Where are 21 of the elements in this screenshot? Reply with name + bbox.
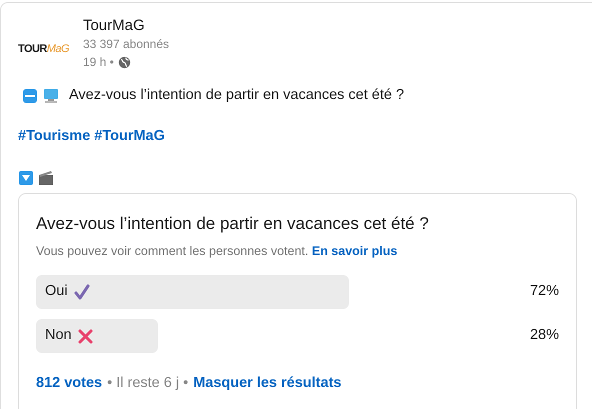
- result-percent: 72%: [530, 282, 559, 302]
- author-name[interactable]: TourMaG: [82, 17, 170, 35]
- learn-more-link[interactable]: En savoir plus: [312, 244, 398, 258]
- cross-icon: [78, 328, 93, 344]
- follower-count: 33 397 abonnés: [82, 36, 170, 53]
- post-time: 19 h •: [82, 54, 114, 71]
- hashtag-links[interactable]: #Tourisme #TourMaG: [18, 128, 165, 144]
- option-label: Non: [45, 326, 72, 346]
- globe-icon: [118, 56, 131, 68]
- poll-note: Vous pouvez voir comment les personnes votent. En savoir plus: [36, 243, 398, 260]
- votes-link[interactable]: 812 votes: [36, 373, 102, 395]
- computer-icon: [42, 86, 60, 105]
- checkmark-icon: [74, 284, 90, 300]
- result-percent: 28%: [530, 326, 559, 346]
- time-remaining: • Il reste 6 j •: [107, 374, 188, 393]
- clapperboard-icon: [38, 170, 54, 186]
- hide-results-link[interactable]: Masquer les résultats: [193, 373, 342, 395]
- option-label: Oui: [45, 282, 68, 302]
- poll-question: Avez-vous l’intention de partir en vacances cet été ?: [36, 212, 430, 235]
- company-logo[interactable]: TOURMaG: [18, 43, 69, 56]
- post-text: Avez-vous l’intention de partir en vacances cet été ?: [69, 86, 404, 105]
